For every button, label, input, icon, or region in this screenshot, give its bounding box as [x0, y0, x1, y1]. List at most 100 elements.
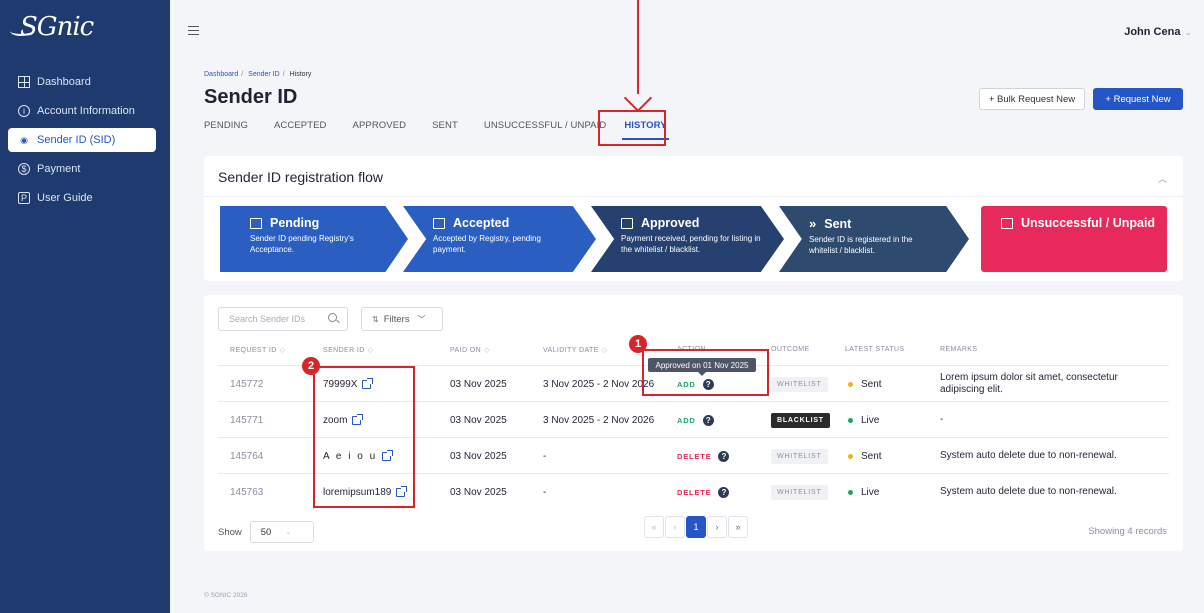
receipt-icon — [621, 217, 633, 229]
request-id: 145764 — [230, 450, 264, 462]
last-page-button[interactable]: » — [728, 516, 748, 538]
first-page-button[interactable]: « — [644, 516, 664, 538]
chevron-down-icon: ﹀ — [417, 314, 426, 324]
remarks-cell: - — [940, 414, 944, 425]
outcome-badge: WHITELIST — [771, 376, 828, 392]
pagination: « ‹ 1 › » — [644, 516, 749, 538]
validity-date: - — [543, 450, 547, 462]
col-remarks: REMARKS — [940, 346, 978, 353]
request-id: 145772 — [230, 378, 264, 390]
flow-step-pending: Pending Sender ID pending Registry's Acc… — [220, 206, 408, 272]
action-cell: DELETE? — [677, 438, 730, 474]
outcome-cell: WHITELIST — [771, 366, 828, 402]
remarks-cell: System auto delete due to non-renewal. — [940, 486, 1117, 497]
chevron-up-icon[interactable]: ︿ — [1158, 172, 1167, 185]
tab-accepted[interactable]: ACCEPTED — [274, 120, 327, 131]
search-input[interactable]: Search Sender IDs — [218, 307, 348, 331]
col-sender-id[interactable]: SENDER ID ◇ — [323, 346, 374, 354]
request-id: 145763 — [230, 486, 264, 498]
tab-unsuccessful[interactable]: UNSUCCESSFUL / UNPAID — [484, 120, 606, 131]
validity-date: 3 Nov 2025 - 2 Nov 2026 — [543, 414, 655, 426]
list-icon — [250, 217, 262, 229]
col-validity-date[interactable]: VALIDITY DATE ◇ — [543, 346, 608, 354]
sidebar-item-label: User Guide — [37, 192, 93, 204]
annotation-box-action — [642, 349, 769, 396]
breadcrumb-sender-id[interactable]: Sender ID — [248, 71, 280, 78]
col-latest-status: LATEST STATUS — [845, 346, 905, 353]
paid-on: 03 Nov 2025 — [450, 486, 507, 498]
help-icon[interactable]: ? — [702, 414, 714, 426]
bookmark-x-icon — [1001, 217, 1013, 229]
flow-step-accepted: Accepted Accepted by Registry, pending p… — [403, 206, 596, 272]
outcome-badge: WHITELIST — [771, 448, 828, 464]
sidebar: SGnic Dashboard i Account Information ◉ … — [0, 0, 170, 613]
sidebar-item-label: Payment — [37, 163, 81, 175]
sidebar-item-account-information[interactable]: i Account Information — [8, 99, 156, 123]
status-cell: Live — [848, 474, 879, 510]
chevron-down-icon: ⌄ — [1184, 27, 1192, 37]
tab-sent[interactable]: SENT — [432, 120, 458, 131]
annotation-arrow-head — [623, 83, 653, 113]
request-new-button[interactable]: + Request New — [1093, 88, 1183, 110]
flow-step-unsuccessful: Unsuccessful / Unpaid — [981, 206, 1167, 272]
status-cell: Sent — [848, 438, 882, 474]
col-outcome: OUTCOME — [771, 346, 810, 353]
flow-title: Sender ID registration flow — [218, 169, 383, 185]
dollar-icon: $ — [18, 163, 30, 175]
signal-icon: ◉ — [20, 134, 28, 145]
filters-button[interactable]: ⇅ Filters ﹀ — [361, 307, 443, 331]
sidebar-item-user-guide[interactable]: P User Guide — [8, 186, 156, 210]
outcome-cell: BLACKLIST — [771, 402, 830, 438]
copyright: © SGNIC 2026 — [204, 592, 248, 599]
menu-icon[interactable] — [188, 26, 199, 38]
annotation-box-sender-id — [313, 366, 415, 508]
sidebar-item-label: Dashboard — [37, 76, 91, 88]
tab-approved[interactable]: APPROVED — [353, 120, 407, 131]
remarks-cell: Lorem ipsum dolor sit amet, consectetur … — [940, 372, 1118, 395]
chevron-down-icon: ⌄ — [285, 529, 292, 536]
request-id: 145771 — [230, 414, 264, 426]
filter-icon: ⇅ — [372, 314, 379, 324]
page-title: Sender ID — [204, 86, 298, 108]
page-button[interactable]: 1 — [686, 516, 706, 538]
sgnic-logo[interactable]: SGnic — [10, 12, 94, 42]
records-count: Showing 4 records — [1088, 526, 1167, 537]
bulk-request-button[interactable]: + Bulk Request New — [979, 88, 1085, 110]
sidebar-item-label: Account Information — [37, 105, 135, 117]
flow-step-approved: Approved Payment received, pending for l… — [591, 206, 784, 272]
validity-date: - — [543, 486, 547, 498]
help-icon[interactable]: ? — [718, 486, 730, 498]
tab-pending[interactable]: PENDING — [204, 120, 248, 131]
user-menu[interactable]: John Cena ⌄ — [1124, 26, 1192, 38]
sidebar-item-sender-id[interactable]: ◉ Sender ID (SID) — [8, 128, 156, 152]
paid-on: 03 Nov 2025 — [450, 414, 507, 426]
paid-on: 03 Nov 2025 — [450, 378, 507, 390]
remarks-cell: System auto delete due to non-renewal. — [940, 450, 1117, 461]
breadcrumb: Dashboard / Sender ID / History — [204, 71, 312, 78]
status-cell: Sent — [848, 366, 882, 402]
annotation-badge-1: 1 — [629, 335, 647, 353]
info-icon: i — [18, 105, 30, 117]
page-size-control: Show 50 ⌄ — [218, 521, 314, 543]
next-page-button[interactable]: › — [707, 516, 727, 538]
outcome-cell: WHITELIST — [771, 474, 828, 510]
outcome-cell: WHITELIST — [771, 438, 828, 474]
sidebar-item-payment[interactable]: $ Payment — [8, 157, 156, 181]
sidebar-item-dashboard[interactable]: Dashboard — [8, 70, 156, 94]
book-icon: P — [18, 192, 30, 204]
page-size-select[interactable]: 50 ⌄ — [249, 521, 314, 543]
help-icon[interactable]: ? — [718, 450, 730, 462]
action-cell: ADD? — [677, 402, 714, 438]
breadcrumb-dashboard[interactable]: Dashboard — [204, 71, 238, 78]
sidebar-nav: Dashboard i Account Information ◉ Sender… — [8, 70, 156, 215]
sidebar-item-label: Sender ID (SID) — [37, 134, 116, 146]
flow-step-sent: » Sent Sender ID is registered in the whi… — [779, 206, 969, 272]
prev-page-button[interactable]: ‹ — [665, 516, 685, 538]
col-paid-on[interactable]: PAID ON ◇ — [450, 346, 490, 354]
col-request-id[interactable]: REQUEST ID ◇ — [230, 346, 285, 354]
annotation-arrow — [637, 0, 639, 94]
grid-icon — [18, 76, 30, 88]
double-chevron-icon: » — [809, 216, 817, 231]
outcome-badge: WHITELIST — [771, 484, 828, 500]
annotation-box-history — [598, 110, 666, 146]
